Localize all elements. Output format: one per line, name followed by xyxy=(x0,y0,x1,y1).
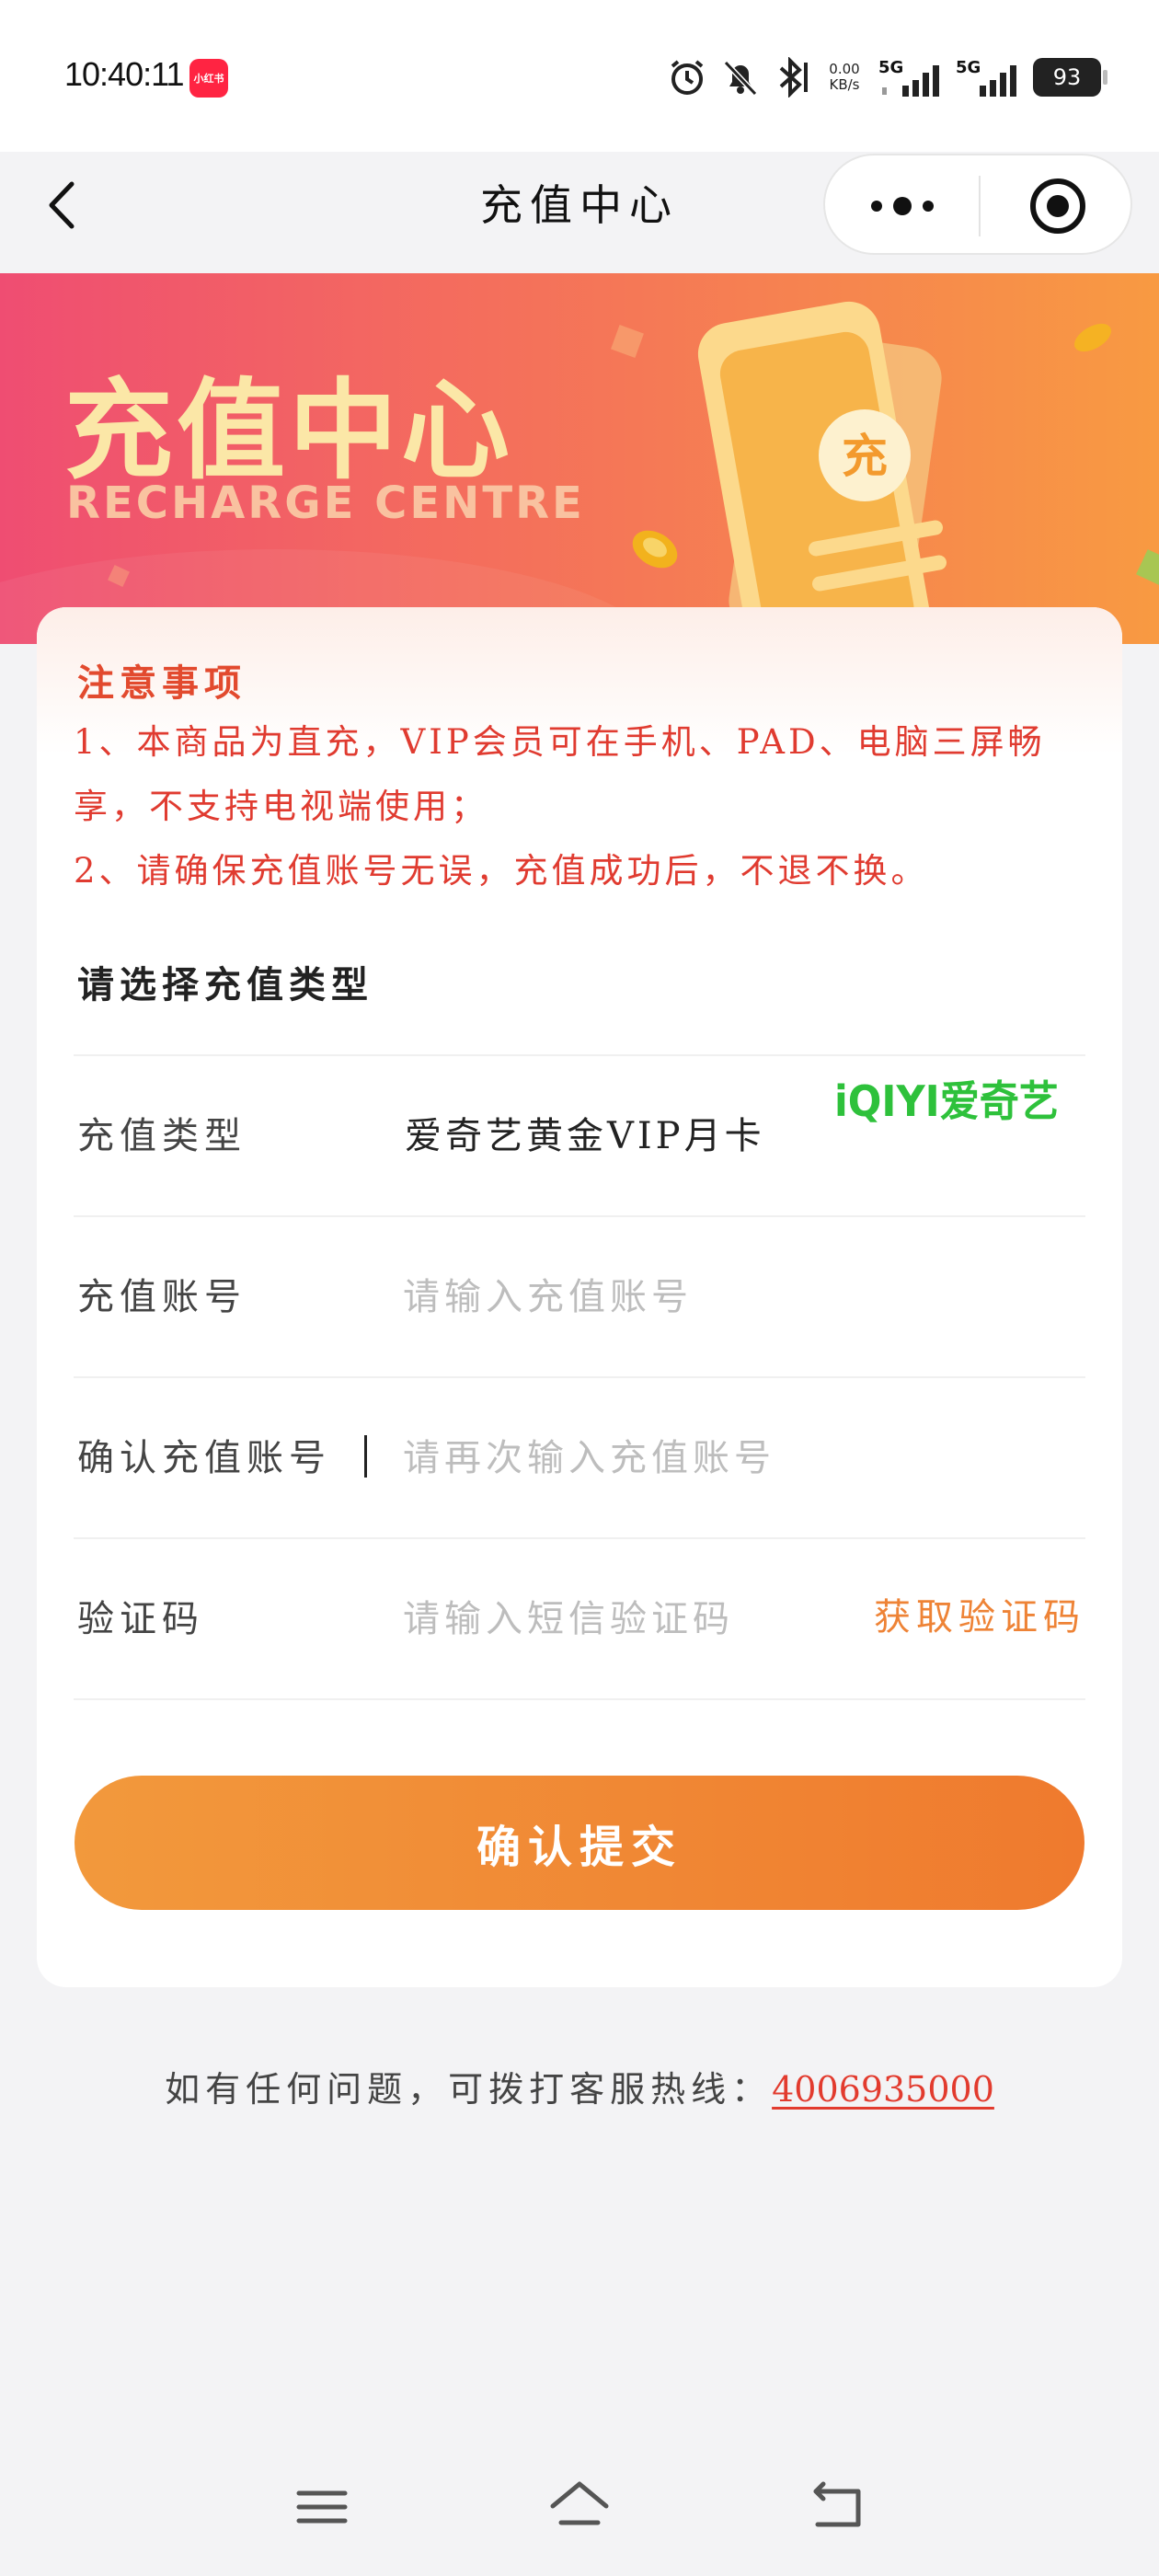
net-speed-value: 0.00 xyxy=(829,61,860,77)
signal-bars-icon xyxy=(980,65,1016,97)
mute-bell-icon xyxy=(723,60,758,97)
home-icon[interactable] xyxy=(547,2475,612,2539)
chevron-left-icon xyxy=(49,181,75,229)
close-miniprogram-icon[interactable] xyxy=(1027,176,1088,236)
net-speed-unit: KB/s xyxy=(829,76,860,93)
verification-code-label: 验证码 xyxy=(77,1598,204,1640)
confirm-account-label: 确认充值账号 xyxy=(77,1437,331,1479)
status-icons: 0.00 KB/s 5G 5G 93 xyxy=(667,52,1107,103)
phone-illustration: 充 xyxy=(589,273,1159,644)
confirm-account-input[interactable] xyxy=(403,1426,863,1490)
section-title: 请选择充值类型 xyxy=(77,963,373,1006)
hero-banner: 充值中心 RECHARGE CENTRE 充 xyxy=(0,273,1159,644)
iqiyi-logo-text: iQIYI爱奇艺 xyxy=(834,1076,1059,1126)
recharge-type-value[interactable]: 爱奇艺黄金VIP月卡 xyxy=(405,1109,765,1164)
divider xyxy=(74,1698,1085,1700)
recharge-type-label: 充值类型 xyxy=(77,1115,247,1157)
status-time: 10:40:11 xyxy=(64,55,184,93)
battery-indicator: 93 xyxy=(1033,58,1107,97)
divider xyxy=(74,1376,1085,1378)
notice-line-1b: 享，不支持电视端使用； xyxy=(74,787,488,826)
account-input[interactable] xyxy=(403,1265,863,1329)
status-bar: 10:40:11 小红书 0.00 KB/s 5G 5G 93 xyxy=(0,0,1159,152)
net-speed: 0.00 KB/s xyxy=(823,62,866,93)
menu-icon[interactable] xyxy=(290,2475,354,2539)
system-navigation-bar xyxy=(0,2466,1159,2548)
phone-char: 充 xyxy=(842,430,888,483)
iqiyi-logo: iQIYI爱奇艺 xyxy=(832,1072,1062,1129)
hotline: 如有任何问题，可拨打客服热线：4006935000 xyxy=(0,2061,1159,2111)
verification-code-input[interactable] xyxy=(403,1587,881,1651)
miniprogram-capsule xyxy=(823,154,1132,255)
hotline-number-link[interactable]: 4006935000 xyxy=(772,2069,994,2110)
bluetooth-icon xyxy=(779,57,808,98)
signal-1: 5G xyxy=(878,54,943,100)
account-label: 充值账号 xyxy=(77,1276,247,1318)
notice-title: 注意事项 xyxy=(77,661,247,705)
page-title: 充值中心 xyxy=(480,180,679,230)
alarm-icon xyxy=(671,60,704,95)
hotline-text: 如有任何问题，可拨打客服热线： xyxy=(165,2069,773,2110)
signal-2: 5G xyxy=(956,54,1020,100)
notice-line-1a: 1、本商品为直充，VIP会员可在手机、PAD、电脑三屏畅 xyxy=(74,722,1046,762)
submit-button[interactable]: 确认提交 xyxy=(75,1776,1084,1910)
capsule-divider xyxy=(979,176,981,236)
divider xyxy=(74,1537,1085,1539)
get-code-button[interactable]: 获取验证码 xyxy=(874,1590,1085,1645)
divider xyxy=(74,1215,1085,1217)
signal-bars-icon xyxy=(882,65,939,97)
notification-app-badge: 小红书 xyxy=(189,59,228,98)
notice-line-2: 2、请确保充值账号无误，充值成功后，不退不换。 xyxy=(74,851,929,891)
divider xyxy=(74,1054,1085,1056)
more-options-icon[interactable] xyxy=(866,190,939,222)
banner-title: 充值中心 xyxy=(64,367,514,494)
text-cursor xyxy=(364,1435,367,1478)
banner-subtitle: RECHARGE CENTRE xyxy=(66,477,585,529)
back-nav-icon[interactable] xyxy=(805,2475,869,2539)
back-button[interactable] xyxy=(40,173,86,237)
